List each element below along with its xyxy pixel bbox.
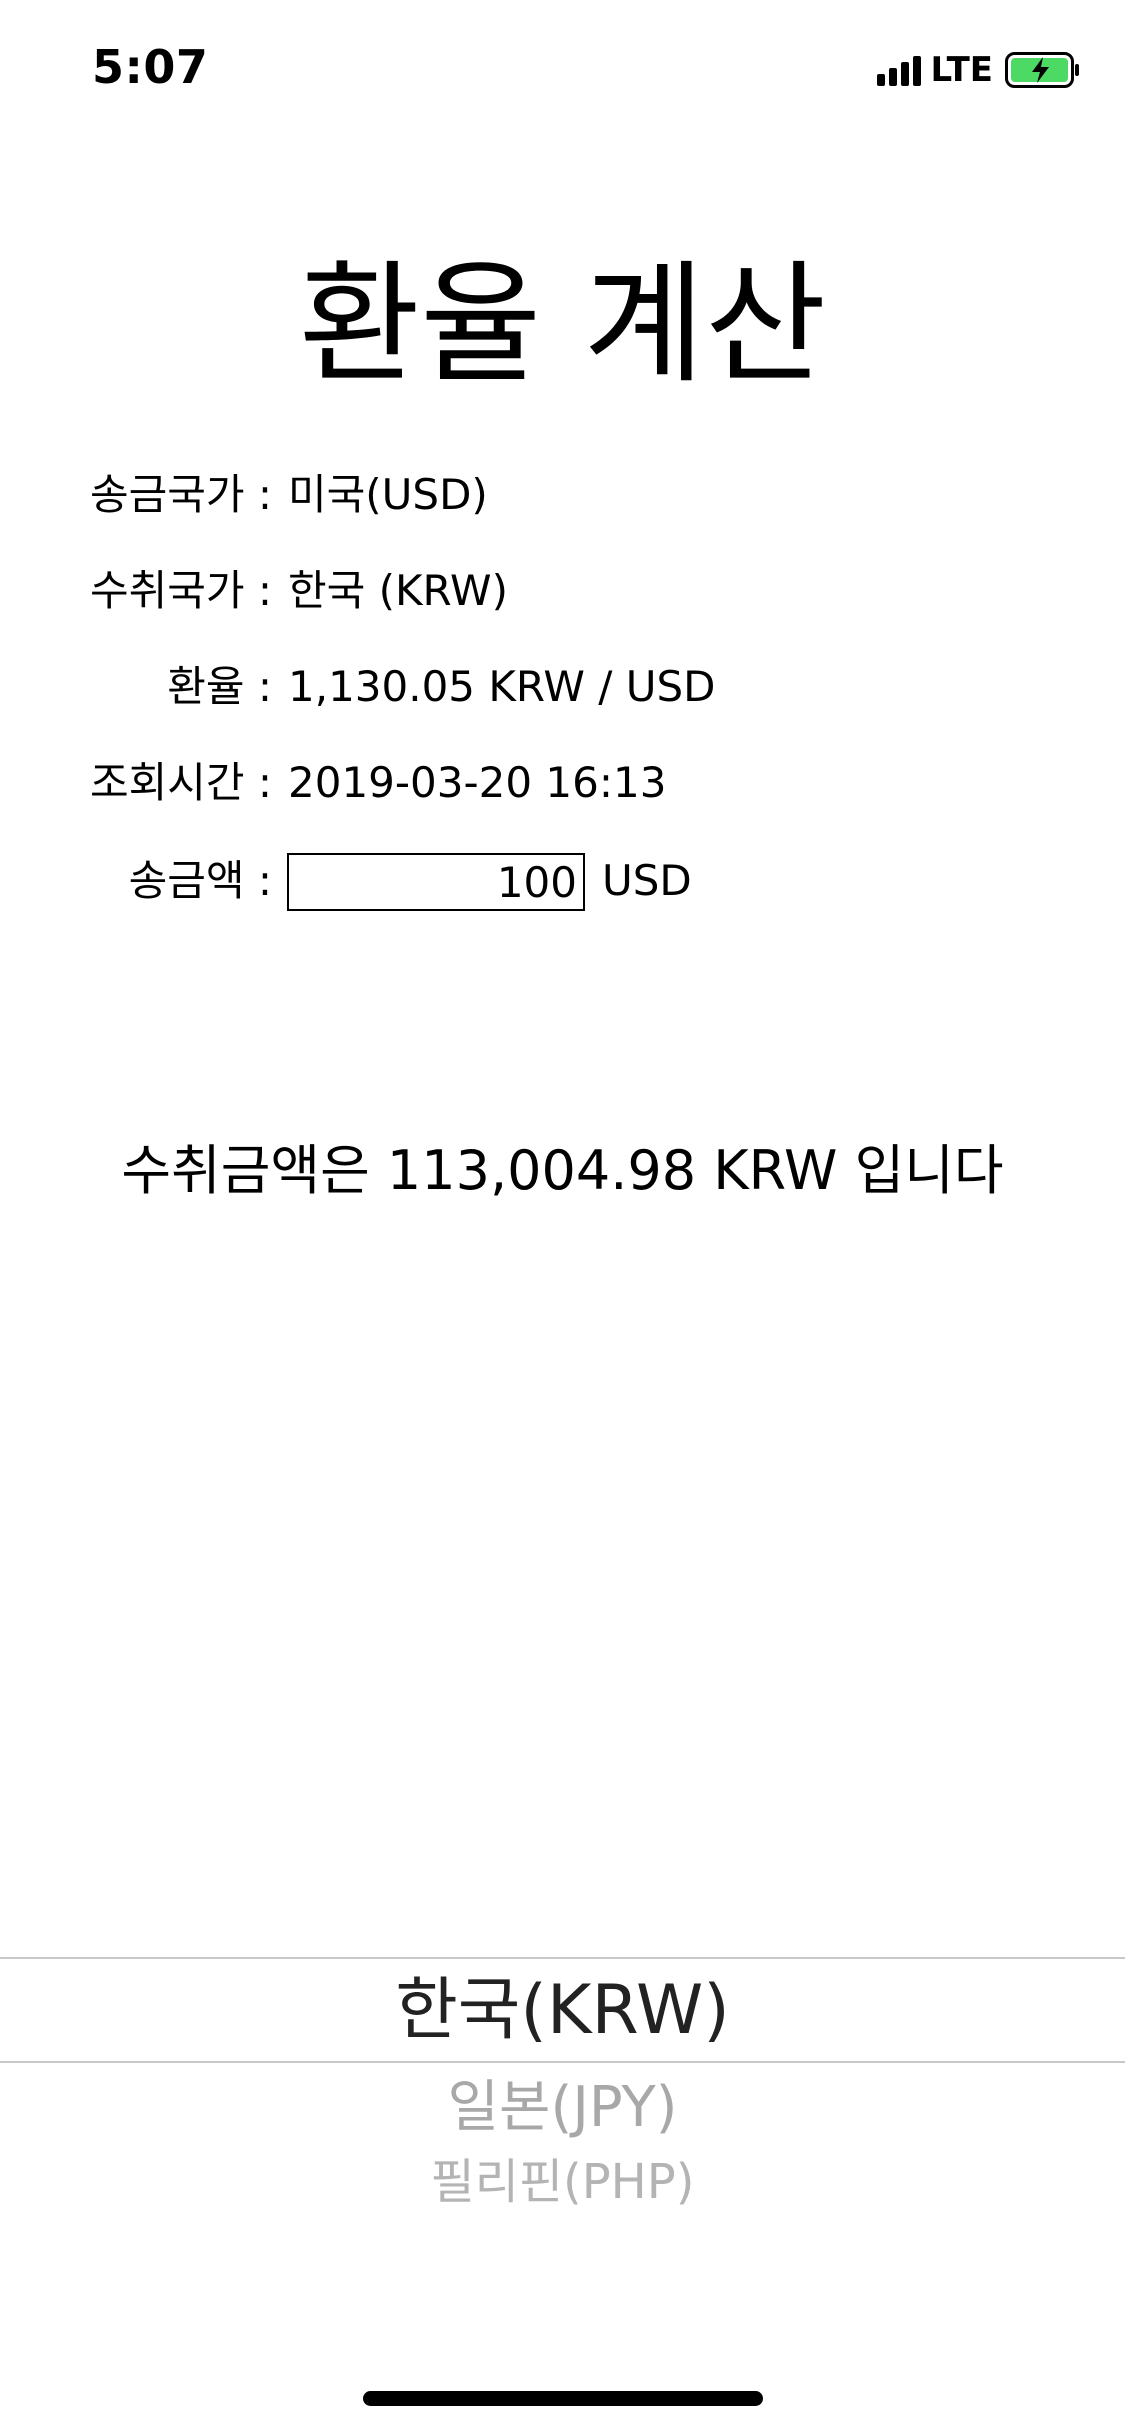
exchange-rate-label: 환율 : [167,662,272,711]
picker-selection-top-line [0,1957,1125,1959]
send-amount-input[interactable] [287,853,585,911]
receive-country-value: 한국 (KRW) [288,566,508,615]
query-time-label: 조회시간 : [89,758,272,807]
picker-option[interactable]: 일본(JPY) [0,2068,1125,2148]
country-picker[interactable]: 한국(KRW) 일본(JPY) 필리핀(PHP) [0,1940,1125,2240]
picker-option-selected[interactable]: 한국(KRW) [0,1965,1125,2057]
receive-country-label: 수취국가 : [89,566,272,615]
page-title: 환율 계산 [298,248,827,402]
query-time-value: 2019-03-20 16:13 [288,758,667,807]
picker-option[interactable]: 필리핀(PHP) [0,2150,1125,2214]
status-indicators: LTE [876,50,1081,90]
send-country-value: 미국(USD) [288,470,488,519]
send-country-label: 송금국가 : [89,470,272,519]
send-amount-label: 송금액 : [128,856,272,905]
received-amount-text: 수취금액은 113,004.98 KRW 입니다 [121,1139,1004,1202]
exchange-rate-value: 1,130.05 KRW / USD [288,662,716,711]
network-label: LTE [930,50,993,90]
battery-charging-icon [1005,52,1079,88]
status-time: 5:07 [92,40,209,94]
picker-selection-bottom-line [0,2061,1125,2063]
home-indicator[interactable] [363,2391,763,2406]
send-amount-unit: USD [602,856,692,905]
cellular-signal-icon [876,54,921,86]
